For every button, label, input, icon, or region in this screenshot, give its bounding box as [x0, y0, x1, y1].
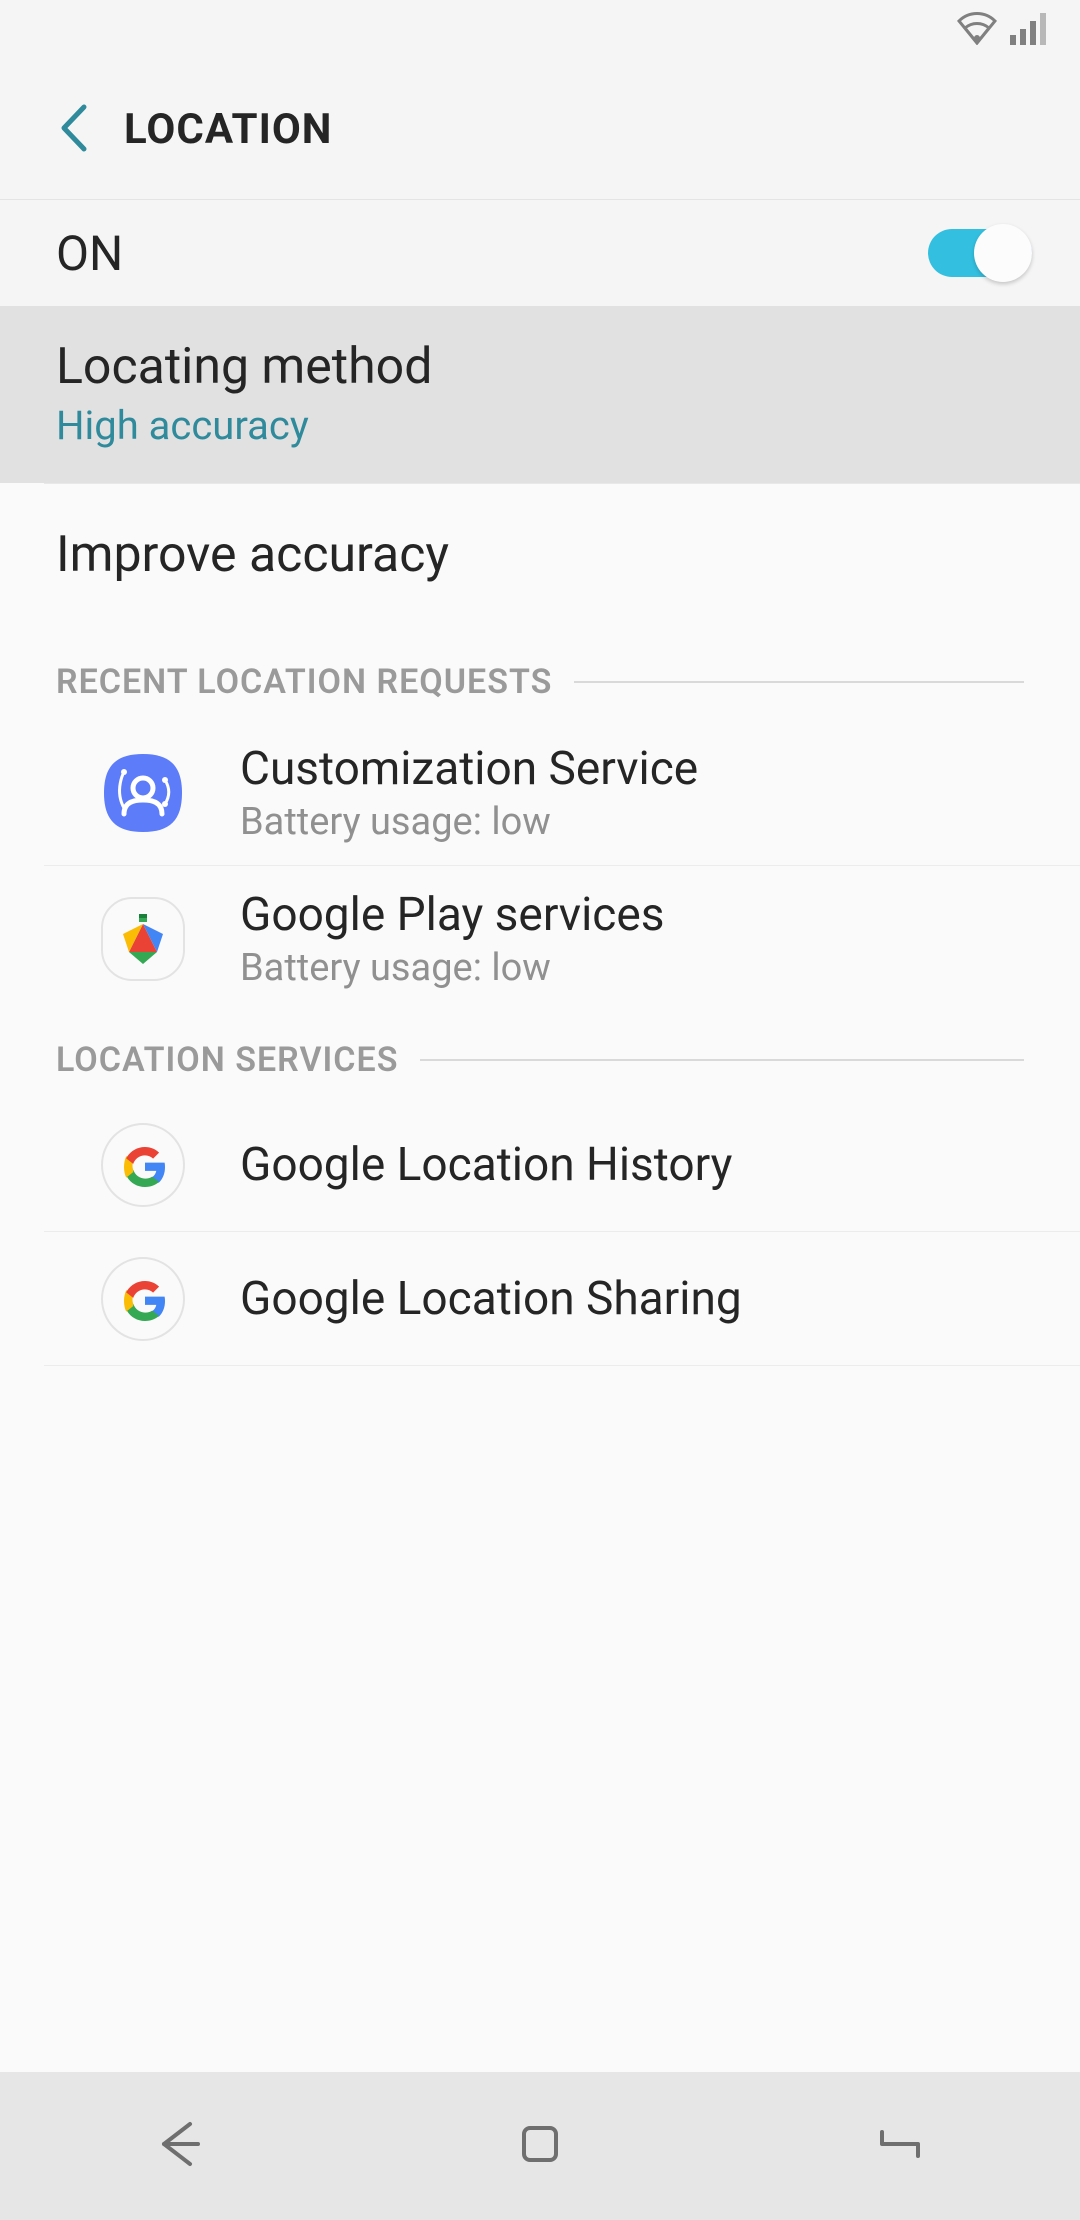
app-bar: LOCATION	[0, 60, 1080, 200]
app-title: Customization Service	[240, 742, 698, 796]
google-icon	[100, 1122, 186, 1208]
recent-app-customization-service[interactable]: Customization Service Battery usage: low	[44, 720, 1080, 866]
nav-recents-button[interactable]	[870, 2114, 930, 2178]
google-play-services-icon	[100, 896, 186, 982]
switch-thumb	[974, 224, 1032, 282]
status-bar	[0, 0, 1080, 60]
back-button[interactable]	[56, 101, 124, 159]
section-header-services: LOCATION SERVICES	[0, 1012, 1080, 1098]
google-icon	[100, 1256, 186, 1342]
wifi-icon	[956, 11, 998, 49]
location-master-switch[interactable]	[928, 224, 1032, 282]
service-google-location-sharing[interactable]: Google Location Sharing	[44, 1232, 1080, 1366]
app-sub: Battery usage: low	[240, 946, 665, 990]
recent-app-google-play-services[interactable]: Google Play services Battery usage: low	[44, 866, 1080, 1012]
section-header-line	[574, 681, 1024, 683]
row-title: Locating method	[56, 338, 1024, 396]
section-header-line	[420, 1059, 1024, 1061]
service-title: Google Location History	[240, 1138, 732, 1192]
system-nav-bar	[0, 2072, 1080, 2220]
service-title: Google Location Sharing	[240, 1272, 742, 1326]
app-title: Google Play services	[240, 888, 665, 942]
content: ON Locating method High accuracy Improve…	[0, 200, 1080, 2072]
nav-home-icon	[510, 2114, 570, 2174]
nav-home-button[interactable]	[510, 2114, 570, 2178]
row-title: Improve accuracy	[56, 526, 1024, 584]
chevron-left-icon	[56, 101, 90, 155]
customization-service-icon	[100, 750, 186, 836]
page-title: LOCATION	[124, 105, 332, 154]
toggle-label: ON	[56, 225, 123, 282]
location-master-toggle-row: ON	[0, 200, 1080, 306]
improve-accuracy-row[interactable]: Improve accuracy	[0, 484, 1080, 626]
section-header-text: RECENT LOCATION REQUESTS	[56, 662, 552, 702]
locating-method-row[interactable]: Locating method High accuracy	[0, 306, 1080, 483]
nav-back-icon	[150, 2114, 210, 2174]
nav-back-button[interactable]	[150, 2114, 210, 2178]
section-header-text: LOCATION SERVICES	[56, 1040, 398, 1080]
app-sub: Battery usage: low	[240, 800, 698, 844]
nav-recents-icon	[870, 2114, 930, 2174]
row-subtitle: High accuracy	[56, 402, 1024, 449]
signal-icon	[1010, 11, 1050, 49]
section-header-recent: RECENT LOCATION REQUESTS	[0, 626, 1080, 720]
service-google-location-history[interactable]: Google Location History	[44, 1098, 1080, 1232]
